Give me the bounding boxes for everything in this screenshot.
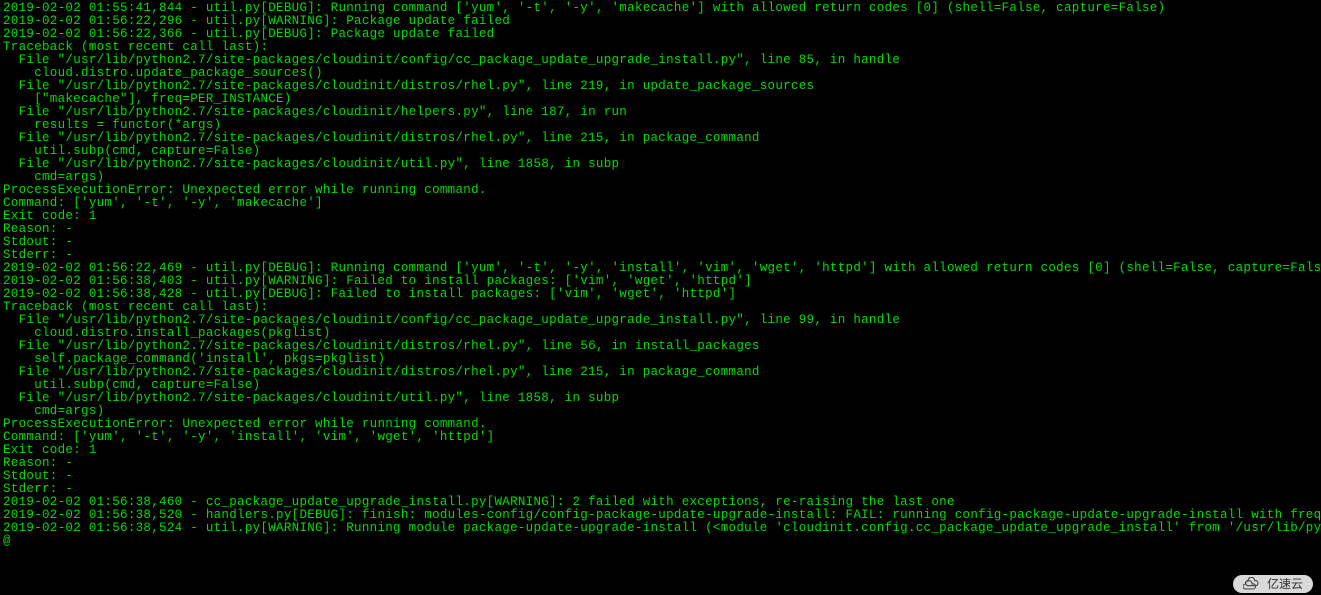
cloud-icon — [1243, 577, 1263, 591]
terminal-line: File "/usr/lib/python2.7/site-packages/c… — [3, 158, 1318, 171]
terminal-output[interactable]: 2019-02-02 01:55:41,844 - util.py[DEBUG]… — [0, 0, 1321, 550]
terminal-line: Reason: - — [3, 457, 1318, 470]
terminal-line: Reason: - — [3, 223, 1318, 236]
terminal-line: 2019-02-02 01:56:38,524 - util.py[WARNIN… — [3, 522, 1318, 535]
watermark-text: 亿速云 — [1267, 578, 1303, 591]
terminal-line: Command: ['yum', '-t', '-y', 'makecache'… — [3, 197, 1318, 210]
watermark-badge: 亿速云 — [1233, 575, 1313, 593]
terminal-line: Command: ['yum', '-t', '-y', 'install', … — [3, 431, 1318, 444]
terminal-line: Exit code: 1 — [3, 210, 1318, 223]
terminal-line: File "/usr/lib/python2.7/site-packages/c… — [3, 392, 1318, 405]
terminal-line: Stdout: - — [3, 470, 1318, 483]
terminal-line: Exit code: 1 — [3, 444, 1318, 457]
terminal-line: @ — [3, 535, 1318, 548]
terminal-line: Stdout: - — [3, 236, 1318, 249]
